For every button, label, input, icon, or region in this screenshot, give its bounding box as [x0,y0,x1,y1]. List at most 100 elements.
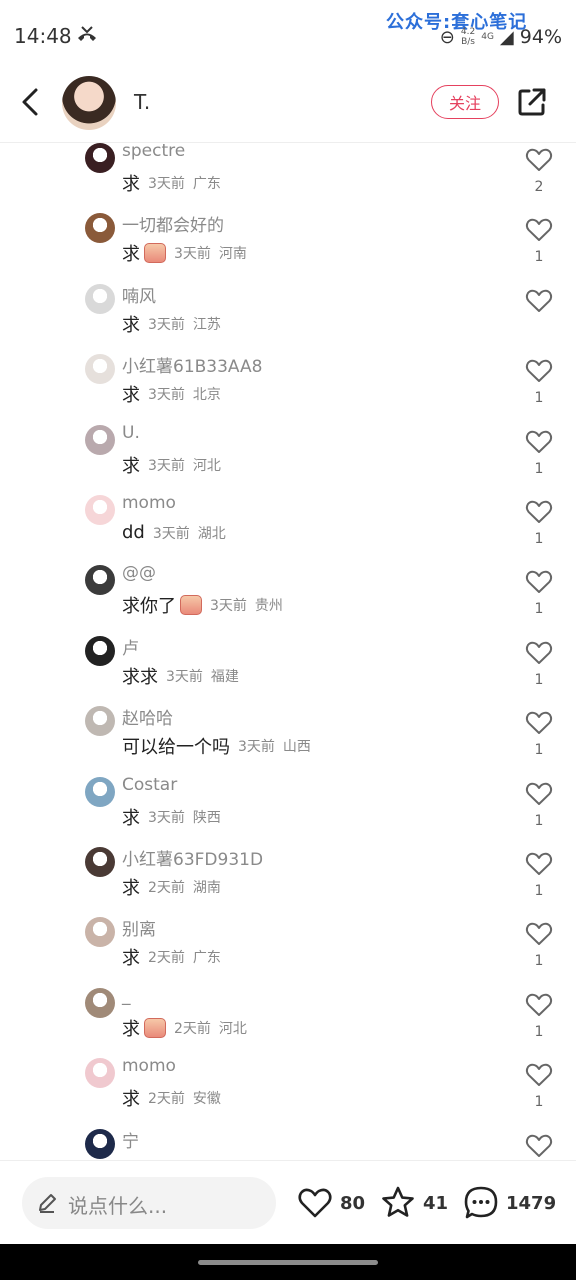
commenter-avatar[interactable] [85,213,115,244]
comment-like-icon[interactable] [524,286,554,314]
commenter-name[interactable]: @@ [122,563,156,583]
comment-like-count: 1 [534,742,544,759]
comment-like-count: 1 [534,812,544,829]
comment-text: 求 [122,807,140,829]
note-header: T. 关注 [0,72,576,143]
commenter-avatar[interactable] [85,354,115,385]
commenter-name[interactable]: Costar [122,775,177,795]
comment-like-icon[interactable] [524,708,554,736]
commenter-avatar[interactable] [85,283,115,314]
author-name[interactable]: T. [134,90,150,114]
comment-item[interactable]: U. 求 3天前 河北 1 [0,423,576,495]
heart-icon [298,1188,332,1218]
comment-like-icon[interactable] [524,1131,554,1159]
commenter-name[interactable]: 小红薯63FD931D [122,845,263,870]
comment-like-count: 1 [534,249,544,266]
comment-time: 2天前 [148,1091,185,1108]
comment-like-icon[interactable] [524,779,554,807]
commenter-name[interactable]: 别离 [122,915,156,940]
comment-input-placeholder: 说点什么... [68,1194,168,1218]
back-arrow-icon[interactable] [14,85,48,119]
comment-location: 安徽 [192,1091,221,1108]
follow-button[interactable]: 关注 [431,85,499,119]
comment-location: 广东 [192,950,221,967]
comment-time: 3天前 [148,457,185,474]
commenter-avatar[interactable] [85,635,115,666]
comment-item[interactable]: 卢求求 3天前 福建 1 [0,634,576,706]
comment-like-icon[interactable] [524,567,554,595]
commenter-avatar[interactable] [85,776,115,807]
commenter-name[interactable]: momo [122,1056,176,1076]
sticker-emoji-icon [144,243,166,264]
comment-time: 3天前 [152,525,190,542]
comment-item[interactable]: 小红薯63FD931D 求 2天前 湖南 1 [0,847,576,917]
comment-list[interactable]: spectre 求 3天前 广东 2 一切都会好的求 3天前 河南 1 喃风求 3天前 江苏 小红薯61… [0,143,576,1160]
commenter-avatar[interactable] [85,565,115,596]
comment-like-icon[interactable] [524,427,554,455]
clock: 14:48 [14,24,72,48]
comment-body: 可以给一个吗 3天前 山西 [122,733,311,759]
commenter-avatar[interactable] [85,987,115,1018]
comment-text: 可以给一个吗 [122,737,230,759]
commenter-name[interactable]: 小红薯61B33AA8 [122,352,262,377]
comment-item[interactable]: 别离求 2天前 广东 1 [0,917,576,987]
home-gesture-bar[interactable] [198,1260,378,1265]
comment-item[interactable]: momo 求 2天前 安徽 1 [0,1056,576,1128]
comment-item[interactable]: 宁求 [0,1127,576,1160]
comment-text: 求求 [122,666,158,688]
commenter-name[interactable]: 一切都会好的 [122,211,224,236]
sticker-emoji-icon [144,1017,166,1038]
comment-like-icon[interactable] [524,1060,554,1088]
commenter-avatar[interactable] [85,495,115,525]
comment-input[interactable]: 说点什么... [22,1177,276,1229]
comment-item[interactable]: 赵哈哈可以给一个吗 3天前 山西 1 [0,706,576,776]
comment-button[interactable]: 1479 [462,1181,556,1225]
commenter-avatar[interactable] [85,706,115,737]
comment-like-count: 1 [534,671,544,688]
comment-item[interactable]: 一切都会好的求 3天前 河南 1 [0,213,576,283]
commenter-name[interactable]: momo [122,493,176,513]
commenter-avatar[interactable] [85,424,115,455]
comment-body: 求 3天前 河南 [122,240,247,266]
comment-like-icon[interactable] [524,497,554,525]
comment-location: 北京 [192,387,221,404]
commenter-avatar[interactable] [85,1128,115,1159]
commenter-name[interactable]: _ [122,986,131,1006]
system-nav-bar [0,1244,576,1280]
comment-like-icon[interactable] [524,638,554,666]
share-icon[interactable] [514,84,550,120]
commenter-name[interactable]: 卢 [122,634,139,659]
commenter-name[interactable]: 宁 [122,1127,139,1152]
commenter-name[interactable]: U. [122,423,140,443]
commenter-avatar[interactable] [85,847,115,877]
comment-item[interactable]: 小红薯61B33AA8 求 3天前 北京 1 [0,354,576,424]
comment-item[interactable]: @@ 求你了 3天前 贵州 1 [0,563,576,635]
missed-call-icon [76,24,98,49]
comment-like-icon[interactable] [524,145,554,173]
do-not-disturb-icon: ⊖ [439,26,455,48]
comment-body: 求 3天前 陕西 [122,804,221,830]
author-avatar[interactable] [62,76,116,130]
comment-item[interactable]: momo dd 3天前 湖北 1 [0,493,576,565]
comment-item[interactable]: 喃风求 3天前 江苏 [0,282,576,354]
comment-like-icon[interactable] [524,919,554,947]
comment-like-icon[interactable] [524,990,554,1018]
commenter-name[interactable]: 赵哈哈 [122,704,173,729]
commenter-avatar[interactable] [85,1058,115,1089]
comment-item[interactable]: _ 求 2天前 河北 1 [0,986,576,1058]
comment-time: 2天前 [174,1020,211,1037]
commenter-avatar[interactable] [85,143,115,173]
comment-time: 3天前 [210,598,247,615]
commenter-name[interactable]: 喃风 [122,282,156,307]
commenter-avatar[interactable] [85,917,115,948]
like-button[interactable]: 80 [296,1181,365,1225]
commenter-name[interactable]: spectre [122,143,185,161]
comment-like-icon[interactable] [524,356,554,384]
comment-like-icon[interactable] [524,849,554,877]
comment-item[interactable]: spectre 求 3天前 广东 2 [0,143,576,213]
comment-location: 河北 [192,457,221,474]
comment-like-icon[interactable] [524,215,554,243]
collect-button[interactable]: 41 [379,1181,448,1225]
comment-item[interactable]: Costar 求 3天前 陕西 1 [0,775,576,847]
comment-like-count: 1 [534,460,544,477]
